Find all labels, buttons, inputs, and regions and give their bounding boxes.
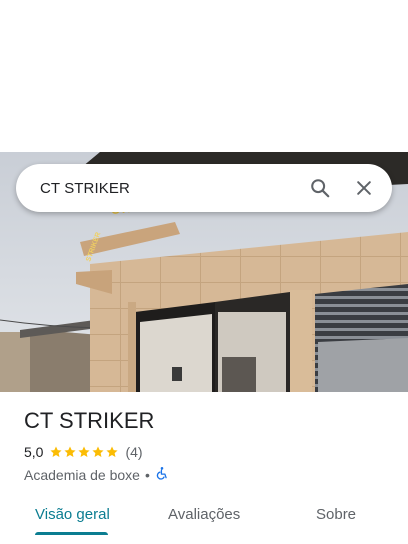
search-icon[interactable] <box>298 166 342 210</box>
star-icon <box>64 446 77 457</box>
tab-reviews[interactable]: Avaliações <box>168 506 240 523</box>
rating-row[interactable]: 5,0 (4) <box>24 444 143 460</box>
rating-value: 5,0 <box>24 444 44 460</box>
close-icon[interactable] <box>342 166 386 210</box>
tab-about[interactable]: Sobre <box>316 506 356 523</box>
star-icon <box>50 446 63 457</box>
place-title: CT STRIKER <box>24 408 155 433</box>
tab-overview[interactable]: Visão geral <box>35 506 110 523</box>
review-count: (4) <box>125 444 143 460</box>
star-icon <box>106 446 119 457</box>
star-rating <box>49 445 119 459</box>
place-category: Academia de boxe <box>24 466 140 483</box>
active-tab-indicator <box>35 532 108 535</box>
star-icon <box>92 446 105 457</box>
search-bar[interactable]: CT STRIKER <box>16 164 392 212</box>
category-row: Academia de boxe • <box>24 466 169 483</box>
tab-bar: Visão geral Avaliações Sobre <box>0 500 408 544</box>
wheelchair-icon <box>155 466 169 483</box>
search-input[interactable]: CT STRIKER <box>16 180 298 197</box>
star-icon <box>78 446 91 457</box>
separator: • <box>144 466 150 483</box>
